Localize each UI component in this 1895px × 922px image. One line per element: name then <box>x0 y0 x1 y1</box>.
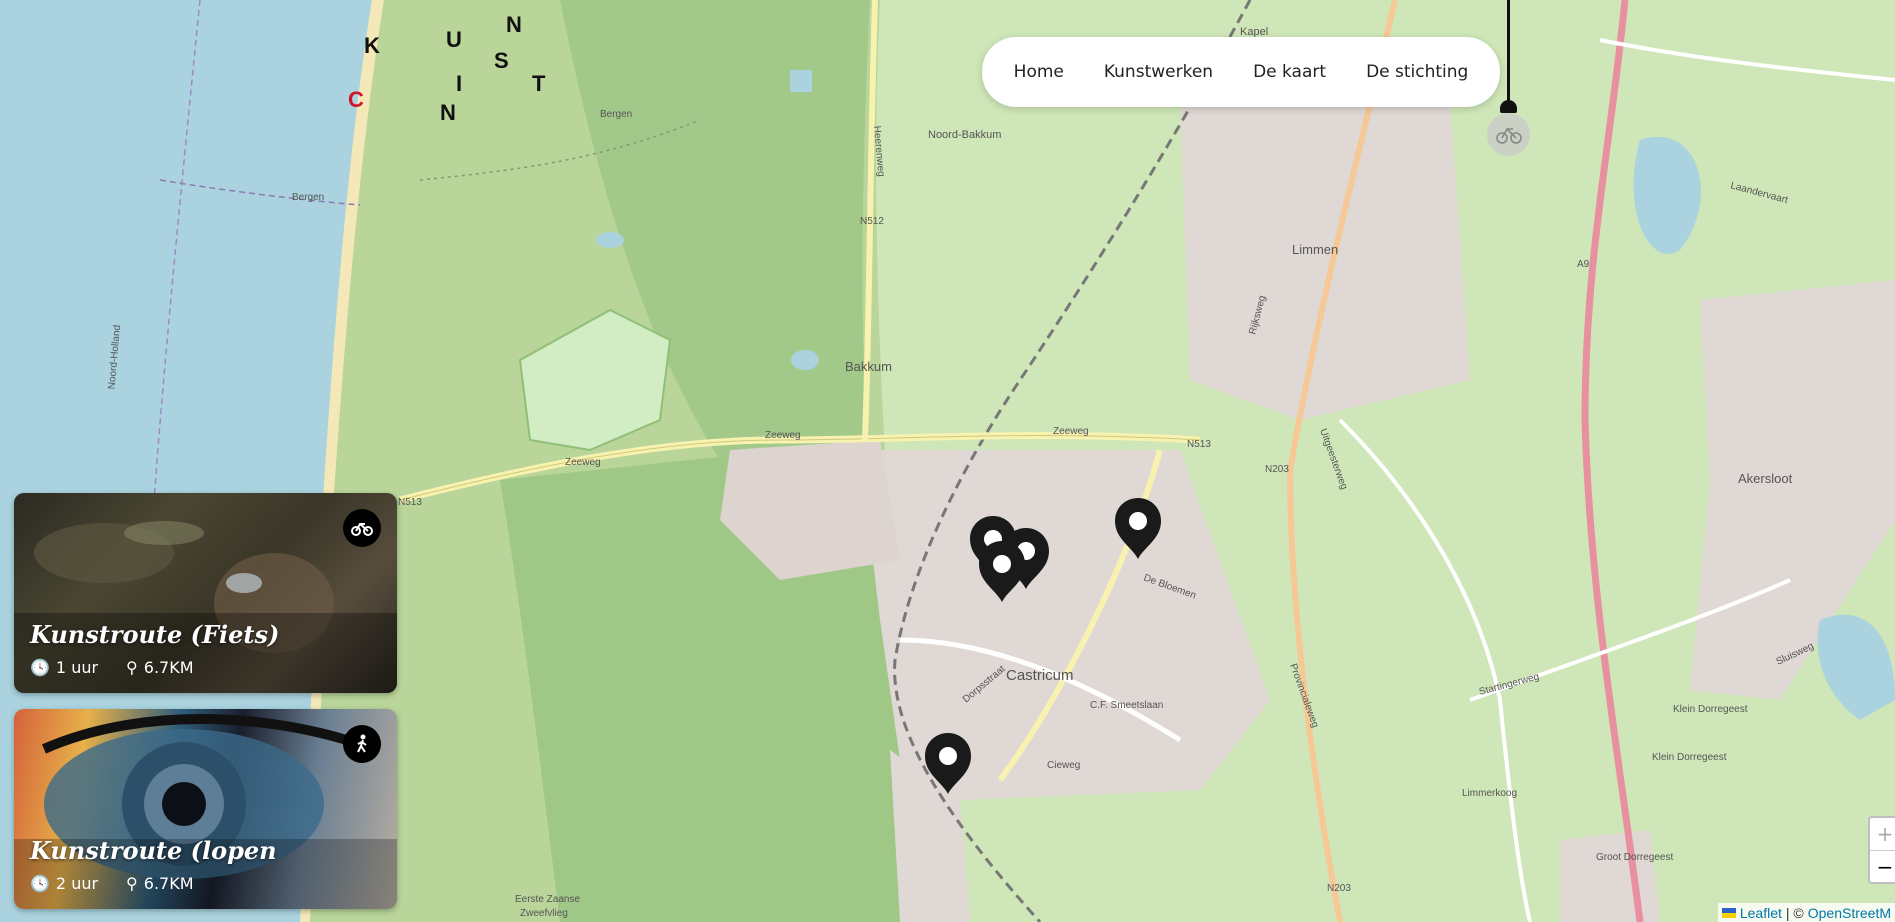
zoom-out-button[interactable]: − <box>1870 851 1895 883</box>
card-meta: 🕓 1 uur ⚲ 6.7KM <box>30 658 194 677</box>
attribution-separator: | © <box>1785 904 1804 921</box>
label-bakkum: Bakkum <box>845 359 892 374</box>
clock-icon: 🕓 <box>30 874 50 893</box>
label-klein-dorregeest-1: Klein Dorregeest <box>1673 704 1748 715</box>
label-cieweg: Cieweg <box>1047 760 1080 771</box>
label-n203: N203 <box>1265 464 1289 475</box>
label-zweefvlieg: Zweefvlieg <box>520 908 568 919</box>
bicycle-icon[interactable] <box>1487 113 1530 156</box>
card-title: Kunstroute (lopen <box>30 836 277 865</box>
card-title: Kunstroute (Fiets) <box>30 620 280 649</box>
clock-icon: 🕓 <box>30 658 50 677</box>
label-zeeweg-3: Zeeweg <box>1053 426 1089 437</box>
label-bergen-sea: Bergen <box>292 192 324 203</box>
route-card-lopen[interactable]: Kunstroute (lopen 🕓 2 uur ⚲ 6.7KM <box>14 709 397 909</box>
nav-de-stichting[interactable]: De stichting <box>1366 62 1468 82</box>
card-distance: 6.7KM <box>143 658 194 677</box>
label-n512: N512 <box>860 216 884 227</box>
bicycle-icon <box>343 509 381 547</box>
label-zeeweg-1: Zeeweg <box>565 457 601 468</box>
label-n513-west: N513 <box>398 497 422 508</box>
label-cf-smeetslaan: C.F. Smeetslaan <box>1090 700 1163 711</box>
nav-de-kaart[interactable]: De kaart <box>1253 62 1326 82</box>
lamp-wire <box>1507 0 1510 104</box>
card-distance: 6.7KM <box>143 874 194 893</box>
osm-link[interactable]: OpenStreetM <box>1808 905 1891 921</box>
label-noord-bakkum: Noord-Bakkum <box>928 129 1001 141</box>
card-duration: 2 uur <box>55 874 99 893</box>
label-zeeweg-2: Zeeweg <box>765 430 801 441</box>
card-duration: 1 uur <box>55 658 99 677</box>
zoom-control: + − <box>1868 816 1895 884</box>
card-meta: 🕓 2 uur ⚲ 6.7KM <box>30 874 194 893</box>
label-limmen: Limmen <box>1292 242 1338 257</box>
route-card-fiets[interactable]: Kunstroute (Fiets) 🕓 1 uur ⚲ 6.7KM <box>14 493 397 693</box>
lamp-head <box>1500 100 1517 113</box>
flag-icon <box>1721 907 1736 918</box>
zoom-in-button[interactable]: + <box>1870 818 1895 851</box>
nav-home[interactable]: Home <box>1014 62 1064 82</box>
label-castricum: Castricum <box>1006 667 1074 684</box>
label-limmerkoog: Limmerkoog <box>1462 788 1517 799</box>
leaflet-link[interactable]: Leaflet <box>1740 905 1782 921</box>
label-n513-east: N513 <box>1187 439 1211 450</box>
top-nav: Home Kunstwerken De kaart De stichting <box>982 37 1500 107</box>
label-groot-dorregeest: Groot Dorregeest <box>1596 852 1673 863</box>
label-akersloot: Akersloot <box>1738 471 1793 486</box>
nav-kunstwerken[interactable]: Kunstwerken <box>1104 62 1213 82</box>
route-icon: ⚲ <box>126 874 138 893</box>
map-attribution: Leaflet | © OpenStreetM <box>1717 903 1895 922</box>
label-a9: A9 <box>1577 259 1590 270</box>
label-n203-south: N203 <box>1327 883 1351 894</box>
walking-icon <box>343 725 381 763</box>
label-bergen-dunes: Bergen <box>600 109 632 120</box>
label-klein-dorregeest-2: Klein Dorregeest <box>1652 752 1727 763</box>
label-eerste-zaanse: Eerste Zaanse <box>515 894 580 905</box>
route-icon: ⚲ <box>126 658 138 677</box>
